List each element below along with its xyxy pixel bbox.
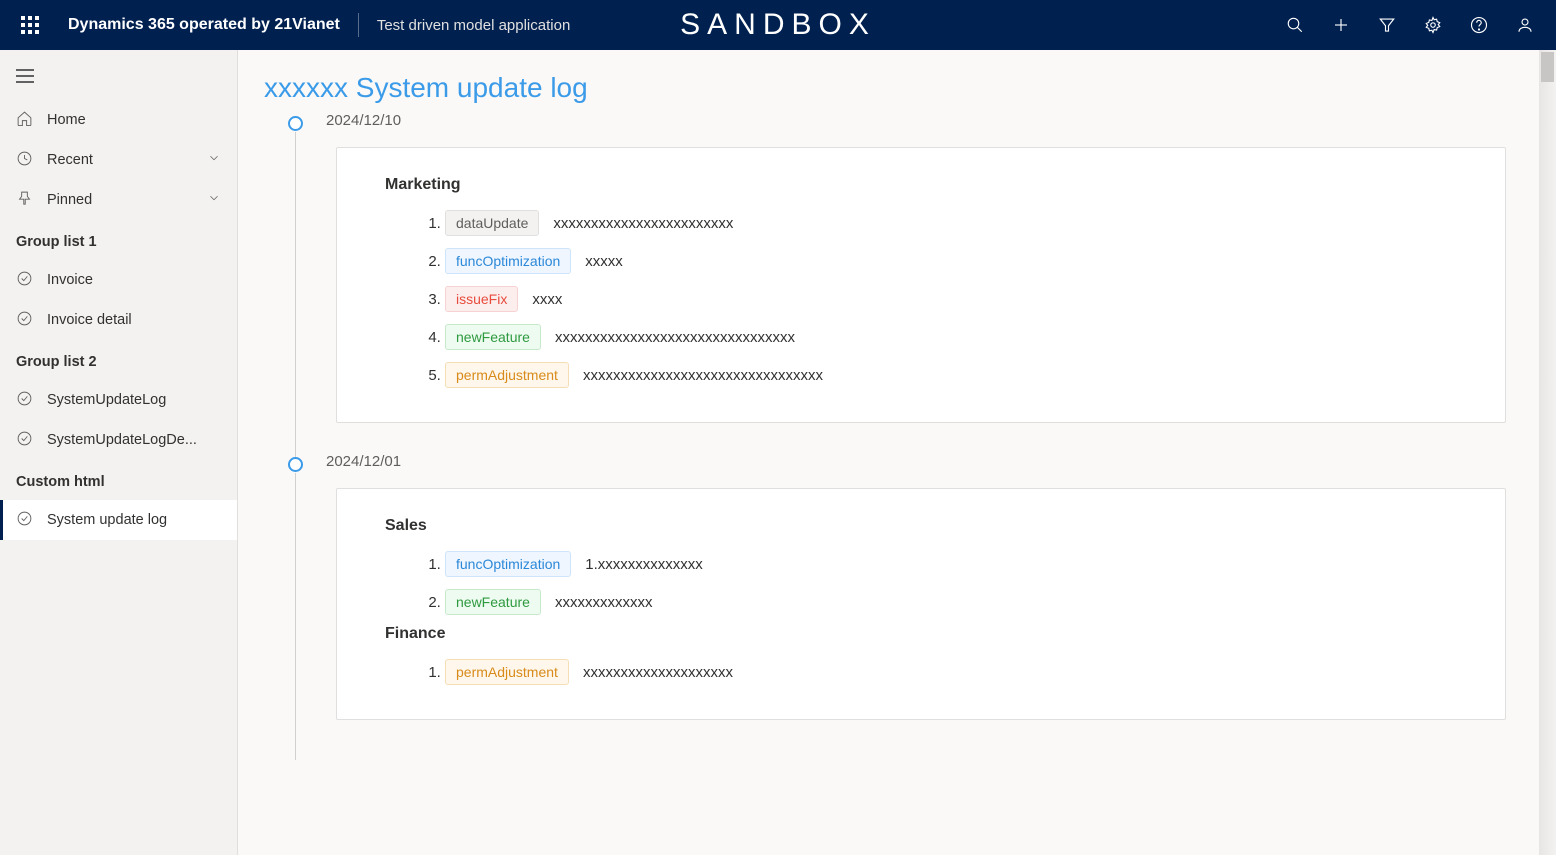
nav-item[interactable]: SystemUpdateLogDe...	[0, 420, 237, 460]
log-description: xxxx	[532, 291, 562, 308]
plus-icon	[1332, 16, 1350, 34]
timeline-dot	[288, 457, 303, 472]
log-item: funcOptimization xxxxx	[445, 242, 1457, 280]
log-item: permAdjustment xxxxxxxxxxxxxxxxxxxx	[445, 653, 1457, 691]
log-description: xxxxxxxxxxxxxxxxxxxxxxxxxxxxxxxx	[555, 329, 795, 346]
collapse-nav-button[interactable]	[2, 58, 48, 94]
log-item: issueFix xxxx	[445, 280, 1457, 318]
sidebar: Home Recent Pinned Group list 1 Invoice Invoi…	[0, 50, 238, 855]
search-button[interactable]	[1274, 4, 1316, 46]
log-description: xxxxxxxxxxxxxxxxxxxx	[583, 664, 733, 681]
section-title: Marketing	[385, 176, 1457, 194]
nav-item[interactable]: System update log	[0, 500, 237, 540]
nav-label: Invoice detail	[47, 312, 132, 328]
timeline-dot	[288, 116, 303, 131]
chevron-down-icon	[207, 151, 221, 169]
tag-dataUpdate: dataUpdate	[445, 210, 539, 236]
divider	[358, 13, 359, 37]
log-item: permAdjustment xxxxxxxxxxxxxxxxxxxxxxxxxx…	[445, 356, 1457, 394]
timeline-entry: 2024/12/10 MarketingdataUpdatexxxxxxxxxx…	[288, 112, 1506, 453]
tag-permAdjustment: permAdjustment	[445, 362, 569, 388]
nav-label: System update log	[47, 512, 167, 528]
log-item: funcOptimization 1.xxxxxxxxxxxxxx	[445, 545, 1457, 583]
tag-newFeature: newFeature	[445, 589, 541, 615]
log-list: permAdjustment xxxxxxxxxxxxxxxxxxxx	[385, 653, 1457, 691]
add-button[interactable]	[1320, 4, 1362, 46]
log-description: xxxxxxxxxxxxxxxxxxxxxxxxxxxxxxxx	[583, 367, 823, 384]
nav-group-header: Group list 1	[0, 220, 237, 260]
timeline-line	[295, 132, 296, 463]
section-title: Finance	[385, 625, 1457, 643]
home-icon	[16, 110, 33, 131]
nav-group-header: Custom html	[0, 460, 237, 500]
entity-icon	[16, 310, 33, 331]
nav-label: Invoice	[47, 272, 93, 288]
hamburger-icon	[16, 69, 34, 83]
scrollbar-thumb[interactable]	[1541, 52, 1554, 82]
nav-item-pinned[interactable]: Pinned	[0, 180, 237, 220]
nav-label: Recent	[47, 152, 93, 168]
log-description: xxxxx	[585, 253, 623, 270]
person-icon	[1516, 16, 1534, 34]
filter-button[interactable]	[1366, 4, 1408, 46]
help-icon	[1470, 16, 1488, 34]
nav-item-recent[interactable]: Recent	[0, 140, 237, 180]
entity-icon	[16, 430, 33, 451]
scrollbar-track[interactable]	[1539, 50, 1556, 855]
log-list: funcOptimization 1.xxxxxxxxxxxxxx newFeatu…	[385, 545, 1457, 621]
entry-date: 2024/12/10	[326, 112, 1506, 129]
help-button[interactable]	[1458, 4, 1500, 46]
entry-card: MarketingdataUpdatexxxxxxxxxxxxxxxxxxxxx…	[336, 147, 1506, 423]
log-item: newFeature xxxxxxxxxxxxx	[445, 583, 1457, 621]
entry-card: Sales funcOptimization 1.xxxxxxxxxxxxxx new…	[336, 488, 1506, 720]
timeline-entry: 2024/12/01 Sales funcOptimization 1.xxxxxx…	[288, 453, 1506, 750]
nav-label: Home	[47, 112, 86, 128]
pin-icon	[16, 190, 33, 211]
nav-label: SystemUpdateLog	[47, 392, 166, 408]
entity-icon	[16, 510, 33, 531]
clock-icon	[16, 150, 33, 171]
nav-item[interactable]: Invoice	[0, 260, 237, 300]
nav-item[interactable]: SystemUpdateLog	[0, 380, 237, 420]
log-list: dataUpdate xxxxxxxxxxxxxxxxxxxxxxxx funcOp…	[385, 204, 1457, 394]
section-title: Sales	[385, 517, 1457, 535]
log-description: 1.xxxxxxxxxxxxxx	[585, 556, 703, 573]
log-item: newFeature xxxxxxxxxxxxxxxxxxxxxxxxxxxxxx…	[445, 318, 1457, 356]
nav-label: SystemUpdateLogDe...	[47, 432, 197, 448]
chevron-down-icon	[207, 191, 221, 209]
tag-issueFix: issueFix	[445, 286, 518, 312]
top-header: Dynamics 365 operated by 21Vianet Test d…	[0, 0, 1556, 50]
entity-icon	[16, 390, 33, 411]
tag-permAdjustment: permAdjustment	[445, 659, 569, 685]
tag-newFeature: newFeature	[445, 324, 541, 350]
timeline-line	[295, 473, 296, 760]
nav-item[interactable]: Invoice detail	[0, 300, 237, 340]
settings-button[interactable]	[1412, 4, 1454, 46]
filter-icon	[1378, 16, 1396, 34]
log-item: dataUpdate xxxxxxxxxxxxxxxxxxxxxxxx	[445, 204, 1457, 242]
product-name: Dynamics 365 operated by 21Vianet	[68, 16, 340, 34]
entity-icon	[16, 270, 33, 291]
account-button[interactable]	[1504, 4, 1546, 46]
main-content: xxxxxx System update log 2024/12/10 Mark…	[238, 50, 1556, 855]
tag-funcOptimization: funcOptimization	[445, 551, 571, 577]
app-name: Test driven model application	[377, 17, 570, 34]
log-description: xxxxxxxxxxxxx	[555, 594, 653, 611]
gear-icon	[1424, 16, 1442, 34]
nav-group-header: Group list 2	[0, 340, 237, 380]
search-icon	[1286, 16, 1304, 34]
page-title: xxxxxx System update log	[238, 50, 1556, 112]
environment-badge: SANDBOX	[680, 8, 876, 42]
waffle-icon	[21, 16, 39, 34]
entry-date: 2024/12/01	[326, 453, 1506, 470]
nav-item-home[interactable]: Home	[0, 100, 237, 140]
tag-funcOptimization: funcOptimization	[445, 248, 571, 274]
log-description: xxxxxxxxxxxxxxxxxxxxxxxx	[553, 215, 733, 232]
nav-label: Pinned	[47, 192, 92, 208]
app-launcher-button[interactable]	[10, 5, 50, 45]
